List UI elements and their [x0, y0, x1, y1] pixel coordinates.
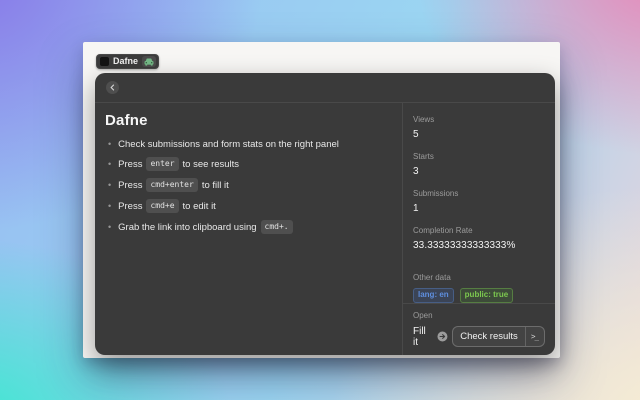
stat-completion-rate: Completion Rate 33.33333333333333% — [413, 226, 545, 251]
instruction-text: Grab the link into clipboard using — [118, 222, 256, 233]
list-item: • Grab the link into clipboard using cmd… — [108, 220, 388, 234]
back-button[interactable] — [106, 81, 119, 94]
instruction-text: to edit it — [183, 201, 216, 212]
instruction-text: to see results — [183, 159, 240, 170]
open-label: Open — [413, 311, 545, 320]
instruction-text: Press — [118, 180, 142, 191]
stat-label: Submissions — [413, 189, 545, 198]
open-section: Open Fill it Check results >_ — [403, 303, 555, 348]
stat-views: Views 5 — [413, 115, 545, 140]
terminal-icon: >_ — [525, 328, 544, 345]
stat-submissions: Submissions 1 — [413, 189, 545, 214]
badge-lang: lang: en — [413, 288, 454, 303]
kbd-cmd-dot: cmd+. — [261, 220, 293, 234]
kbd-cmd-e: cmd+e — [146, 199, 178, 213]
app-window: Dafne Dafne — [83, 42, 560, 358]
car-icon — [142, 56, 156, 67]
list-item: • Check submissions and form stats on th… — [108, 139, 388, 150]
bullet-icon: • — [108, 139, 111, 150]
tag-list: lang: en public: true — [413, 288, 545, 303]
stat-starts: Starts 3 — [413, 152, 545, 177]
stat-label: Starts — [413, 152, 545, 161]
fill-it-action[interactable]: Fill it — [413, 326, 448, 348]
stat-value: 1 — [413, 203, 545, 214]
fill-it-label: Fill it — [413, 326, 433, 348]
arrow-right-circle-icon — [437, 331, 448, 342]
page-title: Dafne — [105, 112, 388, 129]
instruction-text: Press — [118, 201, 142, 212]
desktop-background: { "tab": { "title": "Dafne" }, "detail":… — [0, 0, 640, 400]
stat-value: 3 — [413, 166, 545, 177]
badge-public: public: true — [460, 288, 514, 303]
stat-value: 33.33333333333333% — [413, 240, 545, 251]
bullet-icon: • — [108, 159, 111, 170]
list-item: • Press enter to see results — [108, 157, 388, 171]
panel-header — [95, 73, 555, 103]
dafne-logo-icon — [100, 57, 109, 66]
list-item: • Press cmd+enter to fill it — [108, 178, 388, 192]
instruction-text: to fill it — [202, 180, 229, 191]
instruction-list: • Check submissions and form stats on th… — [108, 139, 388, 234]
open-row: Fill it Check results >_ — [413, 326, 545, 348]
app-tab[interactable]: Dafne — [96, 54, 159, 69]
stat-value: 5 — [413, 129, 545, 140]
instruction-text: Press — [118, 159, 142, 170]
kbd-cmd-enter: cmd+enter — [146, 178, 197, 192]
bullet-icon: • — [108, 180, 111, 191]
detail-content: Dafne • Check submissions and form stats… — [95, 103, 402, 355]
kbd-enter: enter — [146, 157, 178, 171]
metadata-sidebar: Views 5 Starts 3 Submissions 1 Completio… — [403, 103, 555, 355]
bullet-icon: • — [108, 201, 111, 212]
chevron-left-icon — [109, 84, 116, 91]
other-data-label: Other data — [413, 273, 545, 282]
bullet-icon: • — [108, 222, 111, 233]
stat-label: Views — [413, 115, 545, 124]
stat-label: Completion Rate — [413, 226, 545, 235]
other-data-section: Other data lang: en public: true — [413, 273, 545, 303]
check-results-label: Check results — [453, 327, 525, 346]
app-tab-title: Dafne — [113, 57, 138, 66]
list-item: • Press cmd+e to edit it — [108, 199, 388, 213]
panel-body: Dafne • Check submissions and form stats… — [95, 103, 555, 355]
extension-panel: Dafne • Check submissions and form stats… — [95, 73, 555, 355]
check-results-button[interactable]: Check results >_ — [452, 326, 545, 347]
instruction-text: Check submissions and form stats on the … — [118, 139, 339, 150]
